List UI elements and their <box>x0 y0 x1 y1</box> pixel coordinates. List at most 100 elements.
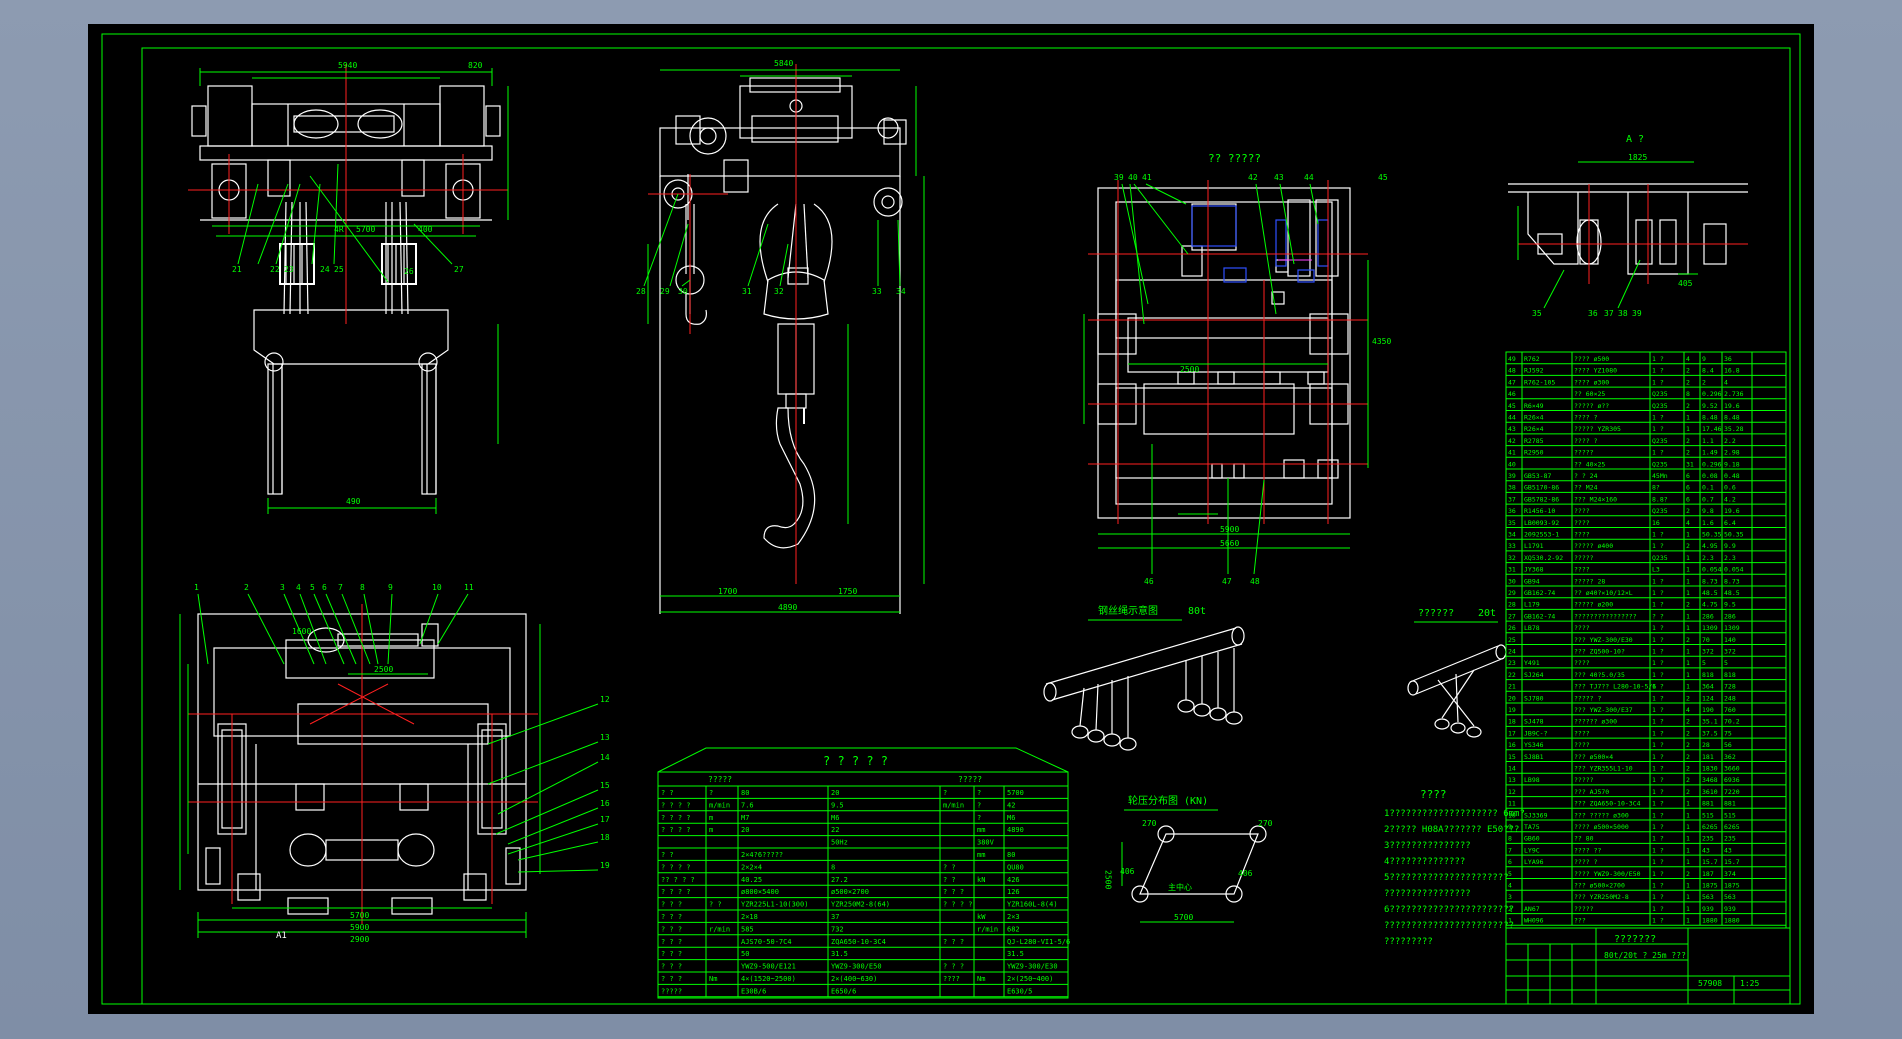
bom-cell: 2.736 <box>1724 390 1744 398</box>
callout-17: 17 <box>600 815 610 824</box>
front-dim-overall: 5940 <box>338 61 357 70</box>
bom-cell: 48.5 <box>1702 589 1718 597</box>
bom-cell: 8 <box>1686 390 1690 398</box>
plan-dim-width: 2900 <box>350 935 369 944</box>
bom-cell: 6 <box>1686 495 1690 503</box>
section-dim-c: 2500 <box>1180 365 1199 374</box>
callout-47: 47 <box>1222 577 1232 586</box>
bom-cell: R26×4 <box>1524 414 1544 422</box>
bom-cell: 1 ? <box>1652 367 1664 375</box>
bom-cell: 728 <box>1724 683 1736 691</box>
bom-cell: Q235 <box>1652 460 1668 468</box>
note-6c: ????????? <box>1384 937 1433 947</box>
bom-cell: GB162-74 <box>1524 612 1555 620</box>
bom-cell: 1880 <box>1724 917 1740 925</box>
spec-cell: 31.5 <box>831 950 848 958</box>
spec-table: ? ?? 80 20?? 5700? ? ? ? m/min 7.6 9.5 m/min? 42… <box>657 747 1070 999</box>
callout-31: 31 <box>742 287 752 296</box>
bom-cell: 43 <box>1508 425 1516 433</box>
note-1: 1???????????????????? 6mm? <box>1384 809 1525 819</box>
note-6: 6??????????????????????? <box>1384 905 1514 915</box>
bom-cell: 2.3 <box>1702 554 1714 562</box>
bom-cell: 2 <box>1686 765 1690 773</box>
callout-33: 33 <box>872 287 882 296</box>
bom-cell: 8.73 <box>1702 577 1718 585</box>
detail-a-view: A ? 1825 405 35 36 37 38 39 <box>1508 134 1748 318</box>
bom-cell: 1 ? <box>1652 753 1664 761</box>
bom-cell: R26×4 <box>1524 425 1544 433</box>
callout-27: 27 <box>454 265 464 274</box>
bom-cell: GB5782-86 <box>1524 495 1559 503</box>
bom-cell: ?? ø40?×10/12×L <box>1574 589 1633 597</box>
bom-cell: 41 <box>1508 449 1516 457</box>
cad-drawing: .g{stroke:#00ff00;fill:none;stroke-width… <box>101 33 1801 1005</box>
bom-cell: LB78 <box>1524 624 1540 632</box>
spec-cell: ? ? ? <box>661 925 682 933</box>
callout-5: 5 <box>310 583 315 592</box>
bom-cell: 49 <box>1508 355 1516 363</box>
bom-cell: ???? YZ1080 <box>1574 367 1617 375</box>
callout-2: 2 <box>244 583 249 592</box>
spec-cell: M6 <box>831 814 839 822</box>
bom-cell: R762 <box>1524 355 1540 363</box>
bom-cell: 6265 <box>1702 823 1718 831</box>
bom-cell: 4.2 <box>1724 495 1736 503</box>
front-dim-gauge-2: 5700 <box>356 225 375 234</box>
bom-cell: 2 <box>1686 718 1690 726</box>
bom-cell: 1 ? <box>1652 589 1664 597</box>
bom-cell: 1 <box>1686 858 1690 866</box>
bom-cell: 364 <box>1702 683 1714 691</box>
bom-cell: ??? <box>1574 917 1586 925</box>
rope-aux-capacity: 20t <box>1478 608 1496 619</box>
spec-cell: 7.6 <box>741 801 754 809</box>
bom-cell: 1 ? <box>1652 917 1664 925</box>
bom-cell: 4 <box>1508 882 1512 890</box>
callout-21: 21 <box>232 265 242 274</box>
spec-cell: ? ? ? <box>661 963 682 971</box>
bom-cell: 5 <box>1724 659 1728 667</box>
callout-18: 18 <box>600 833 610 842</box>
section-dim-a: 5900 <box>1220 525 1239 534</box>
callout-44: 44 <box>1304 173 1314 182</box>
bom-cell: 16 <box>1652 519 1660 527</box>
bom-cell: 939 <box>1724 905 1736 913</box>
front-dim-bottom: 490 <box>346 497 361 506</box>
callout-15: 15 <box>600 781 610 790</box>
callout-45: 45 <box>1378 173 1388 182</box>
plan-dim-track: 2500 <box>374 665 393 674</box>
spec-cell: E630/5 <box>1007 987 1032 995</box>
bom-cell: 1 ? <box>1652 449 1664 457</box>
bom-cell: Q235 <box>1652 390 1668 398</box>
title-block: ??????? 80t/20t ? 25m ??? 57908 1:25 <box>1505 927 1791 1005</box>
bom-cell: 1 <box>1686 823 1690 831</box>
bom-cell: ?? 60×25 <box>1574 390 1605 398</box>
bom-cell: 1 ? <box>1652 718 1664 726</box>
bom-cell: 1 <box>1686 554 1690 562</box>
bom-cell: 1 <box>1686 671 1690 679</box>
plan-dim-gauge: 5700 <box>350 911 369 920</box>
bom-cell: ?? 80 <box>1574 835 1594 843</box>
bom-cell: 20 <box>1508 694 1516 702</box>
bom-cell: 0.1 <box>1702 484 1714 492</box>
bom-cell: 1 ? <box>1652 601 1664 609</box>
bom-cell: 19.6 <box>1724 402 1740 410</box>
spec-cell: 9.5 <box>831 801 844 809</box>
bom-cell: 1 ? <box>1652 425 1664 433</box>
bom-cell: 881 <box>1702 800 1714 808</box>
bom-cell: 939 <box>1702 905 1714 913</box>
spec-cell: 2×2×4 <box>741 863 762 871</box>
bom-cell: 1 ? <box>1652 882 1664 890</box>
bom-cell: 0.054 <box>1724 566 1744 574</box>
spec-cell: 8 <box>831 863 835 871</box>
bom-cell: 37.5 <box>1702 729 1718 737</box>
front-view: 5940 820 4R 5700 400 490 21 22 23 24 25 … <box>188 61 509 514</box>
bom-cell: SJ478 <box>1524 718 1544 726</box>
spec-cell: 31.5 <box>1007 950 1024 958</box>
bom-cell: 24 <box>1508 648 1516 656</box>
callout-39b: 39 <box>1114 173 1124 182</box>
bom-cell: 1 ? <box>1652 683 1664 691</box>
spec-cell: ? <box>709 789 713 797</box>
bom-cell: 9 <box>1508 823 1512 831</box>
bom-cell: 818 <box>1702 671 1714 679</box>
spec-cell: 732 <box>831 925 844 933</box>
